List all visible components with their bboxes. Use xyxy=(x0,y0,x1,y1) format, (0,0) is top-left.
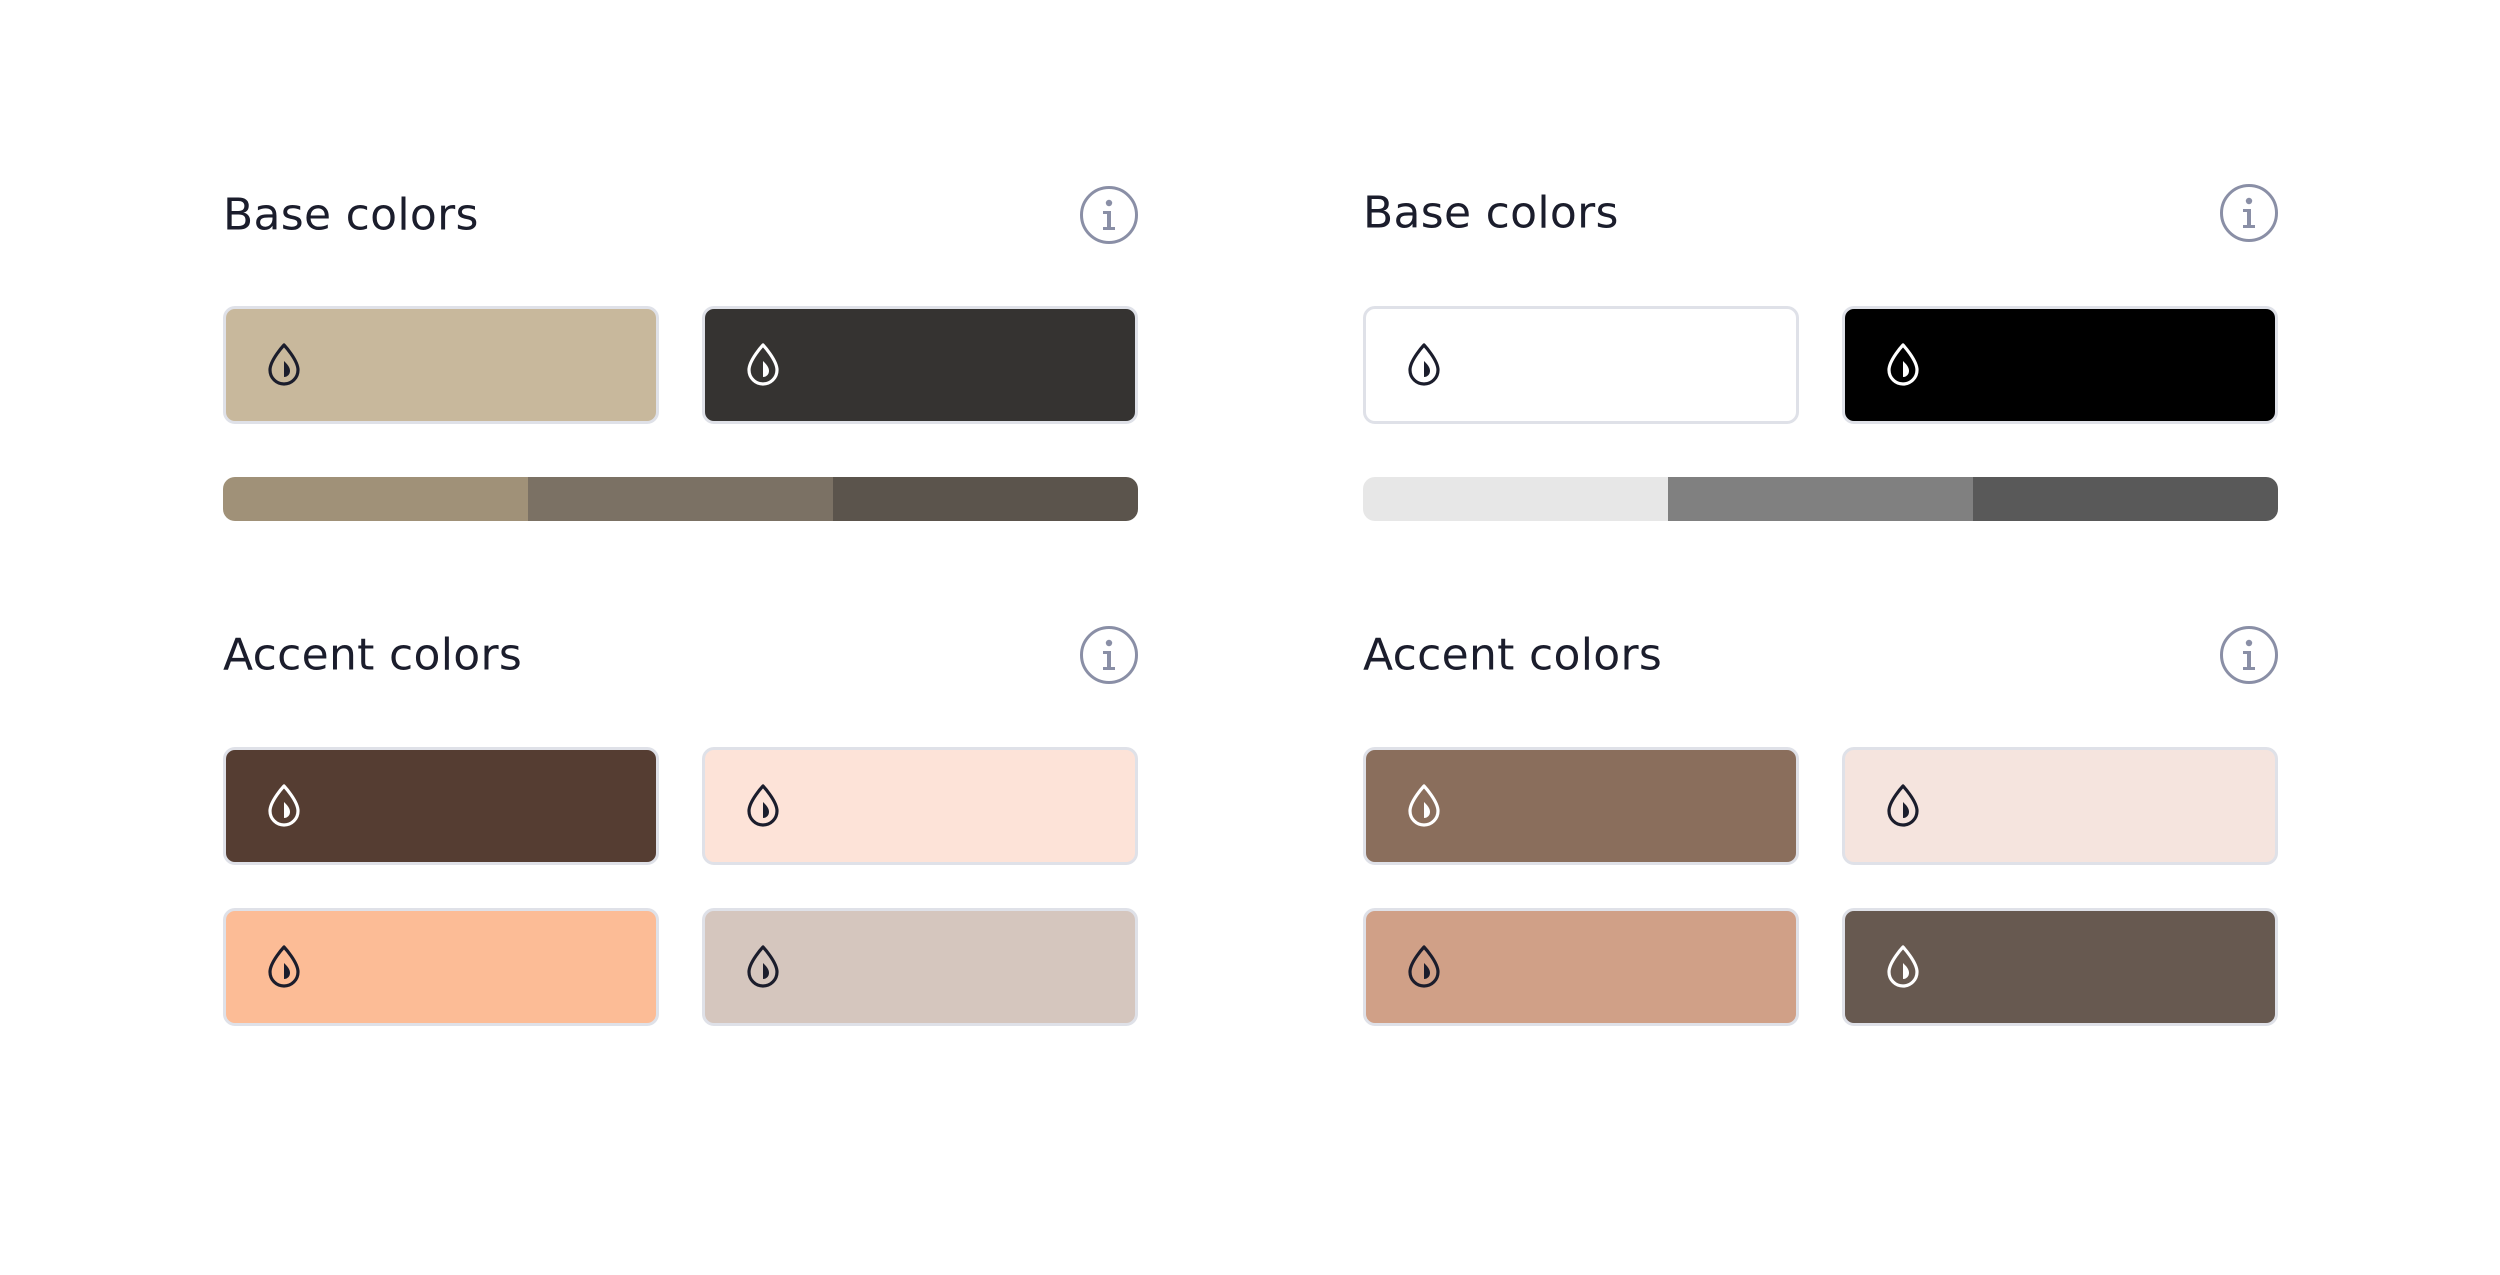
color-drop-icon xyxy=(1883,783,1923,829)
color-drop-icon xyxy=(1883,944,1923,990)
accent-colors-title: Accent colors xyxy=(223,629,523,681)
base-color-swatch-1[interactable] xyxy=(223,306,659,424)
color-drop-icon xyxy=(1404,783,1444,829)
color-drop-icon xyxy=(264,783,304,829)
accent-color-swatch-2[interactable] xyxy=(1842,747,2278,865)
color-drop-icon xyxy=(1404,342,1444,388)
ramp-segment-medium xyxy=(1668,477,1973,521)
info-icon[interactable] xyxy=(1080,186,1138,244)
accent-color-swatch-1[interactable] xyxy=(1363,747,1799,865)
ramp-segment-light xyxy=(223,477,528,521)
color-drop-icon xyxy=(264,342,304,388)
base-colors-header: Base colors xyxy=(223,180,1138,250)
base-color-swatch-2[interactable] xyxy=(1842,306,2278,424)
color-drop-icon xyxy=(743,783,783,829)
color-panel-left: Base colors Accent colors xyxy=(223,0,1138,1275)
color-drop-icon xyxy=(743,944,783,990)
color-drop-icon xyxy=(264,944,304,990)
accent-color-swatch-4[interactable] xyxy=(1842,908,2278,1026)
info-icon[interactable] xyxy=(1080,626,1138,684)
base-colors-title: Base colors xyxy=(1363,187,1619,239)
accent-color-swatch-3[interactable] xyxy=(1363,908,1799,1026)
base-color-ramp[interactable] xyxy=(1363,477,2278,521)
base-colors-header: Base colors xyxy=(1363,178,2278,248)
accent-colors-title: Accent colors xyxy=(1363,629,1663,681)
color-drop-icon xyxy=(743,342,783,388)
accent-color-swatch-2[interactable] xyxy=(702,747,1138,865)
ramp-segment-light xyxy=(1363,477,1668,521)
color-theme-page: Base colors Accent colors Base colors Ac… xyxy=(0,0,2500,1275)
info-icon[interactable] xyxy=(2220,626,2278,684)
ramp-segment-medium xyxy=(528,477,833,521)
ramp-segment-dark xyxy=(1973,477,2278,521)
base-colors-title: Base colors xyxy=(223,189,479,241)
color-drop-icon xyxy=(1883,342,1923,388)
accent-color-swatch-3[interactable] xyxy=(223,908,659,1026)
base-color-swatch-1[interactable] xyxy=(1363,306,1799,424)
accent-colors-header: Accent colors xyxy=(223,620,1138,690)
base-color-swatch-2[interactable] xyxy=(702,306,1138,424)
info-icon[interactable] xyxy=(2220,184,2278,242)
ramp-segment-dark xyxy=(833,477,1138,521)
accent-colors-header: Accent colors xyxy=(1363,620,2278,690)
base-color-ramp[interactable] xyxy=(223,477,1138,521)
color-drop-icon xyxy=(1404,944,1444,990)
accent-color-swatch-1[interactable] xyxy=(223,747,659,865)
color-panel-right: Base colors Accent colors xyxy=(1363,0,2278,1275)
accent-color-swatch-4[interactable] xyxy=(702,908,1138,1026)
